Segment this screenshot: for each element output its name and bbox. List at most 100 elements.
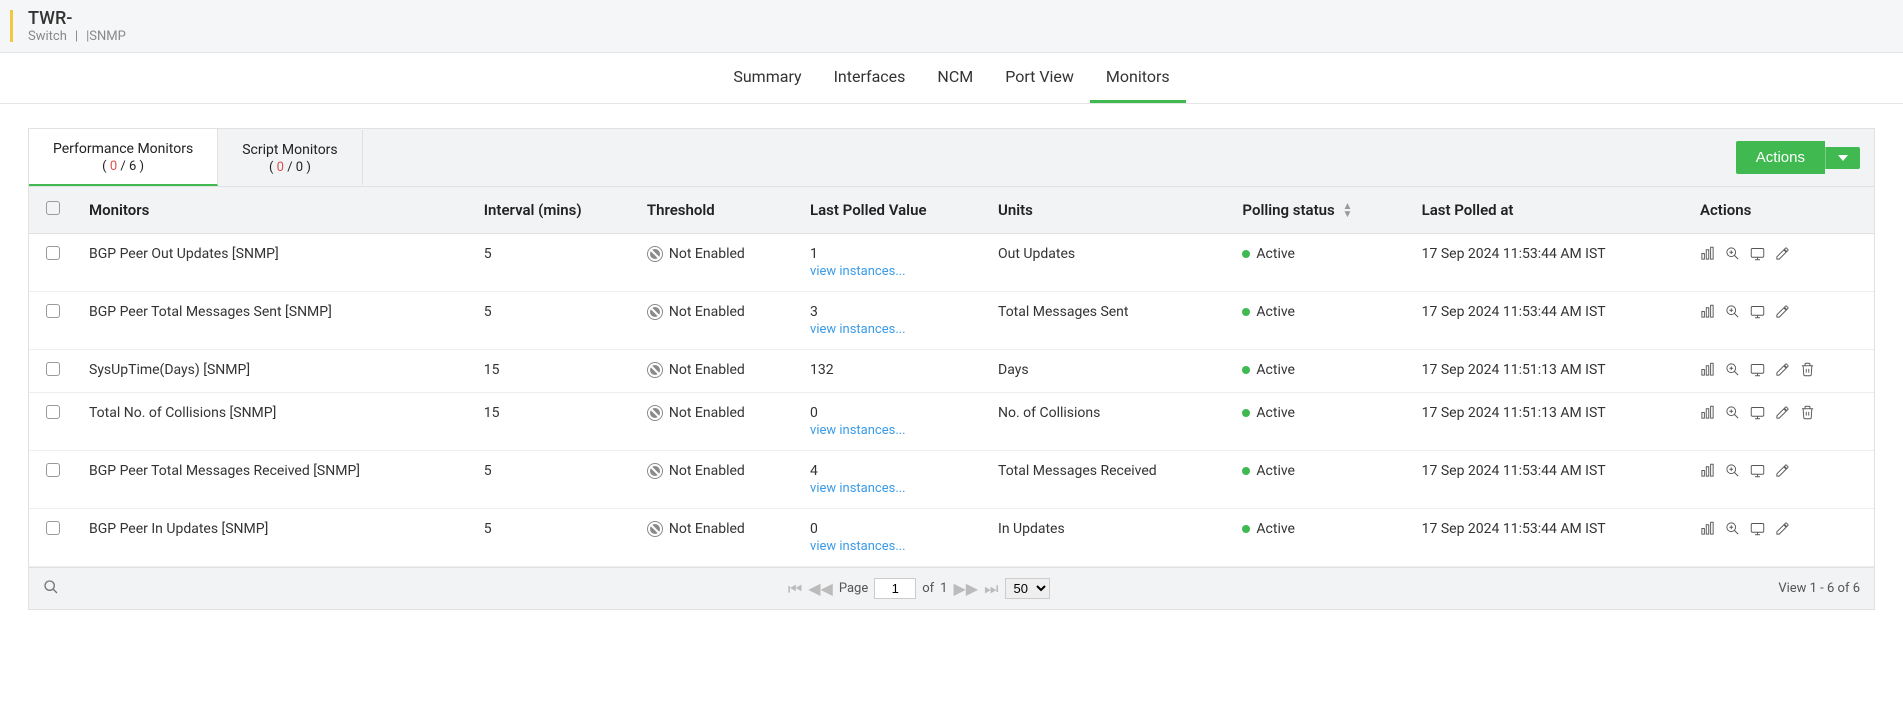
view-instances-link[interactable]: view instances... <box>810 264 974 279</box>
col-polling-status[interactable]: Polling status ▲▼ <box>1230 187 1409 234</box>
monitor-icon[interactable] <box>1750 304 1765 319</box>
device-protocol: SNMP <box>89 29 126 44</box>
row-actions <box>1700 362 1862 377</box>
zoom-icon[interactable] <box>1725 405 1740 420</box>
row-checkbox[interactable] <box>46 362 60 376</box>
not-enabled-icon <box>647 362 663 378</box>
zoom-icon[interactable] <box>1725 362 1740 377</box>
tab-ncm[interactable]: NCM <box>921 53 989 103</box>
monitor-name: BGP Peer Out Updates [SNMP] <box>77 234 472 292</box>
subtab-script-monitors[interactable]: Script Monitors ( 0 / 0 ) <box>218 130 362 185</box>
row-checkbox[interactable] <box>46 521 60 535</box>
zoom-icon[interactable] <box>1725 304 1740 319</box>
view-instances-link[interactable]: view instances... <box>810 539 974 554</box>
chart-icon[interactable] <box>1700 246 1715 261</box>
last-page-button[interactable]: ⏭ <box>984 579 998 599</box>
chart-icon[interactable] <box>1700 362 1715 377</box>
edit-icon[interactable] <box>1775 521 1790 536</box>
subtab-label: Script Monitors <box>242 142 337 158</box>
device-type: Switch <box>28 29 67 44</box>
row-checkbox[interactable] <box>46 463 60 477</box>
interval-value: 5 <box>472 292 635 350</box>
units-value: Total Messages Received <box>986 451 1230 509</box>
col-last-polled-at[interactable]: Last Polled at <box>1410 187 1688 234</box>
row-actions <box>1700 521 1862 536</box>
actions-dropdown-toggle[interactable] <box>1825 147 1860 169</box>
status-dot-icon <box>1242 467 1250 475</box>
col-monitors[interactable]: Monitors <box>77 187 472 234</box>
interval-value: 5 <box>472 451 635 509</box>
polling-status: Active <box>1230 350 1409 393</box>
table-row: BGP Peer Total Messages Received [SNMP] … <box>29 451 1874 509</box>
units-value: No. of Collisions <box>986 393 1230 451</box>
col-threshold[interactable]: Threshold <box>635 187 798 234</box>
first-page-button[interactable]: ⏮ <box>788 579 802 599</box>
chart-icon[interactable] <box>1700 304 1715 319</box>
zoom-icon[interactable] <box>1725 521 1740 536</box>
row-checkbox[interactable] <box>46 304 60 318</box>
polled-value: 4 <box>810 463 974 479</box>
view-instances-link[interactable]: view instances... <box>810 423 974 438</box>
page-total: 1 <box>940 581 947 596</box>
chart-icon[interactable] <box>1700 405 1715 420</box>
edit-icon[interactable] <box>1775 405 1790 420</box>
view-instances-link[interactable]: view instances... <box>810 322 974 337</box>
monitor-name: Total No. of Collisions [SNMP] <box>77 393 472 451</box>
select-all-checkbox[interactable] <box>46 201 60 215</box>
zoom-icon[interactable] <box>1725 246 1740 261</box>
units-value: In Updates <box>986 509 1230 567</box>
threshold-cell: Not Enabled <box>635 509 798 567</box>
status-dot-icon <box>1242 250 1250 258</box>
interval-value: 5 <box>472 234 635 292</box>
delete-icon[interactable] <box>1800 362 1815 377</box>
monitor-icon[interactable] <box>1750 405 1765 420</box>
device-header: TWR- Switch||SNMP <box>0 0 1903 53</box>
row-actions <box>1700 405 1862 420</box>
monitor-name: BGP Peer Total Messages Received [SNMP] <box>77 451 472 509</box>
edit-icon[interactable] <box>1775 304 1790 319</box>
subtab-performance-monitors[interactable]: Performance Monitors ( 0 / 6 ) <box>29 129 218 186</box>
row-checkbox[interactable] <box>46 405 60 419</box>
monitor-icon[interactable] <box>1750 521 1765 536</box>
col-units[interactable]: Units <box>986 187 1230 234</box>
zoom-icon[interactable] <box>1725 463 1740 478</box>
edit-icon[interactable] <box>1775 362 1790 377</box>
of-label: of <box>922 581 934 596</box>
interval-value: 15 <box>472 393 635 451</box>
table-row: SysUpTime(Days) [SNMP] 15 Not Enabled 13… <box>29 350 1874 393</box>
next-page-button[interactable]: ▶▶ <box>953 579 978 598</box>
edit-icon[interactable] <box>1775 463 1790 478</box>
col-last-polled-value[interactable]: Last Polled Value <box>798 187 986 234</box>
chart-icon[interactable] <box>1700 463 1715 478</box>
tab-interfaces[interactable]: Interfaces <box>818 53 922 103</box>
monitor-icon[interactable] <box>1750 246 1765 261</box>
threshold-cell: Not Enabled <box>635 393 798 451</box>
page-input[interactable] <box>874 578 916 599</box>
delete-icon[interactable] <box>1800 405 1815 420</box>
status-dot-icon <box>1242 366 1250 374</box>
monitor-name: BGP Peer In Updates [SNMP] <box>77 509 472 567</box>
monitor-icon[interactable] <box>1750 463 1765 478</box>
monitor-icon[interactable] <box>1750 362 1765 377</box>
tab-port-view[interactable]: Port View <box>989 53 1090 103</box>
actions-button[interactable]: Actions <box>1736 141 1825 174</box>
edit-icon[interactable] <box>1775 246 1790 261</box>
row-checkbox[interactable] <box>46 246 60 260</box>
chart-icon[interactable] <box>1700 521 1715 536</box>
not-enabled-icon <box>647 246 663 262</box>
polling-status: Active <box>1230 451 1409 509</box>
page-size-select[interactable]: 50 <box>1005 578 1050 599</box>
interval-value: 15 <box>472 350 635 393</box>
col-interval[interactable]: Interval (mins) <box>472 187 635 234</box>
tab-summary[interactable]: Summary <box>717 53 817 103</box>
polled-at: 17 Sep 2024 11:51:13 AM IST <box>1410 350 1688 393</box>
subtab-count: ( 0 / 6 ) <box>53 159 193 174</box>
main-nav: Summary Interfaces NCM Port View Monitor… <box>0 53 1903 104</box>
view-instances-link[interactable]: view instances... <box>810 481 974 496</box>
polled-at: 17 Sep 2024 11:53:44 AM IST <box>1410 509 1688 567</box>
tab-monitors[interactable]: Monitors <box>1090 53 1186 103</box>
search-icon[interactable] <box>43 584 59 599</box>
prev-page-button[interactable]: ◀◀ <box>808 579 833 598</box>
chevron-down-icon <box>1838 155 1848 161</box>
polled-value: 0 <box>810 405 974 421</box>
